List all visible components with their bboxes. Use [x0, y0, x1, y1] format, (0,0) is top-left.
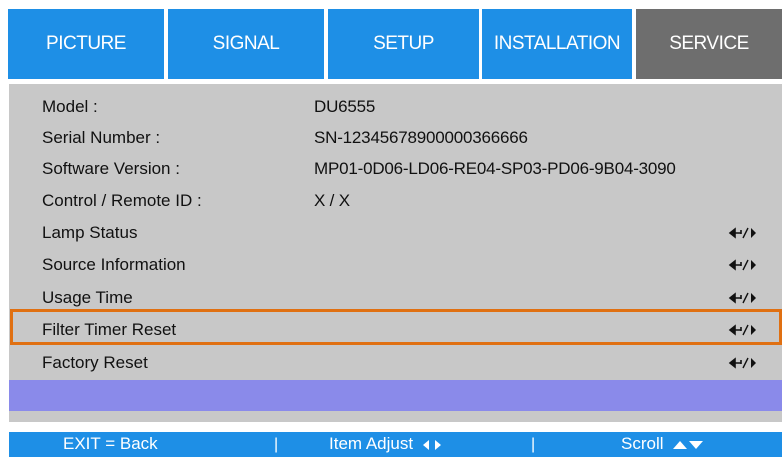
footer-separator: |: [531, 436, 536, 453]
control-row: Control / Remote ID : X / X: [9, 185, 782, 216]
footer-hint-bar: EXIT = Back | Item Adjust | Scroll: [9, 432, 782, 457]
tab-setup[interactable]: SETUP: [328, 9, 479, 79]
menu-item-factory-reset[interactable]: Factory Reset: [9, 347, 782, 378]
enter-right-icon: [728, 227, 756, 239]
exit-hint: EXIT = Back: [63, 434, 158, 453]
left-right-arrows-icon: [422, 439, 441, 450]
tab-label: SERVICE: [669, 33, 749, 54]
menu-item-label: Usage Time: [42, 288, 133, 307]
tab-signal[interactable]: SIGNAL: [168, 9, 324, 79]
tab-label: SIGNAL: [212, 33, 280, 54]
software-value: MP01-0D06-LD06-RE04-SP03-PD06-9B04-3090: [314, 159, 676, 178]
menu-item-label: Filter Timer Reset: [42, 320, 177, 339]
enter-right-icon: [728, 259, 756, 271]
serial-label: Serial Number :: [42, 128, 161, 147]
item-adjust-hint: Item Adjust: [329, 434, 442, 454]
model-value: DU6555: [314, 97, 376, 116]
enter-right-icon: [728, 292, 756, 304]
model-label: Model :: [42, 97, 98, 116]
scroll-hint: Scroll: [621, 434, 704, 454]
menu-item-filter-timer-reset[interactable]: Filter Timer Reset: [9, 314, 782, 345]
serial-value: SN-12345678900000366666: [314, 128, 528, 147]
tab-installation[interactable]: INSTALLATION: [482, 9, 632, 79]
osd-menu: PICTURE SIGNAL SETUP INSTALLATION SERVIC…: [0, 0, 782, 457]
menu-item-label: Source Information: [42, 255, 186, 274]
software-label: Software Version :: [42, 159, 180, 178]
model-row: Model : DU6555: [9, 91, 782, 122]
tab-picture[interactable]: PICTURE: [8, 9, 164, 79]
enter-right-icon: [728, 324, 756, 336]
up-down-arrows-icon: [673, 440, 704, 449]
menu-item-source-information[interactable]: Source Information: [9, 249, 782, 280]
tab-label: INSTALLATION: [493, 33, 621, 54]
tab-label: SETUP: [373, 33, 434, 54]
scroll-label: Scroll: [621, 434, 664, 453]
menu-item-label: Factory Reset: [42, 353, 148, 372]
serial-row: Serial Number : SN-12345678900000366666: [9, 122, 782, 153]
menu-item-lamp-status[interactable]: Lamp Status: [9, 217, 782, 248]
service-panel: Model : DU6555 Serial Number : SN-123456…: [9, 84, 782, 422]
control-value: X / X: [314, 191, 350, 210]
item-adjust-label: Item Adjust: [329, 434, 414, 453]
menu-item-usage-time[interactable]: Usage Time: [9, 282, 782, 313]
control-label: Control / Remote ID :: [42, 191, 202, 210]
enter-right-icon: [728, 357, 756, 369]
tab-service[interactable]: SERVICE: [636, 9, 782, 79]
tab-bar: PICTURE SIGNAL SETUP INSTALLATION SERVIC…: [8, 9, 782, 79]
software-row: Software Version : MP01-0D06-LD06-RE04-S…: [9, 153, 782, 184]
selection-bar: [9, 380, 782, 411]
tab-label: PICTURE: [46, 33, 126, 54]
footer-separator: |: [274, 436, 279, 453]
menu-item-label: Lamp Status: [42, 223, 138, 242]
